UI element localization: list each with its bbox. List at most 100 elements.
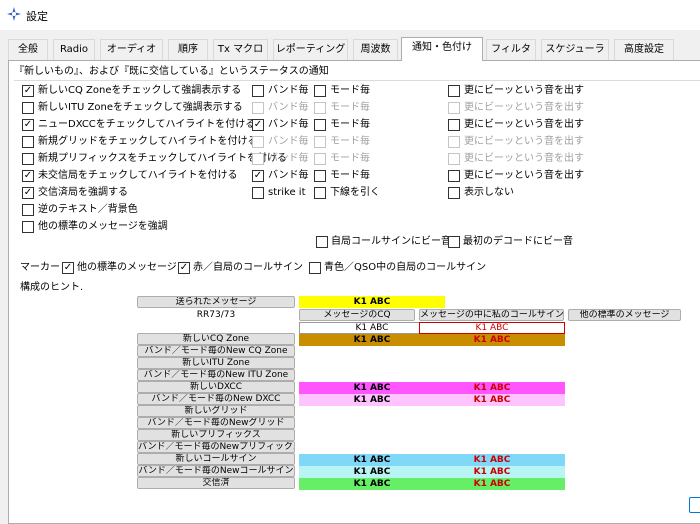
mycall-plain-swatch: K1 ABC: [419, 322, 565, 334]
row-label: 新規プリフィックスをチェックしてハイライトを付ける: [38, 153, 287, 164]
band-checkbox[interactable]: [252, 153, 264, 165]
hint-button[interactable]: 新しいプリフィックス: [137, 429, 295, 441]
divider: [14, 80, 700, 81]
beep-label: 表示しない: [464, 187, 514, 198]
marker-other-checkbox[interactable]: ✓: [62, 262, 74, 274]
mode-label: モード毎: [330, 153, 370, 164]
sent-message-button[interactable]: 送られたメッセージ: [137, 296, 295, 308]
hint-button[interactable]: 交信済: [137, 477, 295, 489]
row-checkbox[interactable]: [22, 102, 34, 114]
beep-label: 更にビーッという音を出す: [464, 102, 584, 113]
mode-checkbox[interactable]: [314, 102, 326, 114]
section-title: 『新しいもの』、および『既に交信している』というステータスの通知: [14, 66, 329, 77]
marker-red-label: 赤／自局のコールサイン: [193, 262, 303, 273]
row-label: 未交信局をチェックしてハイライトを付ける: [38, 170, 238, 181]
hint-button[interactable]: バンド／モード毎のNew DXCC: [137, 393, 295, 405]
hint-button[interactable]: バンド／モード毎のNew CQ Zone: [137, 345, 295, 357]
tab-frequencies[interactable]: 周波数: [353, 39, 398, 60]
own-call-beep-checkbox[interactable]: [316, 236, 328, 248]
band-label: バンド毎: [268, 136, 309, 147]
row-checkbox[interactable]: [22, 221, 34, 233]
band-checkbox[interactable]: [252, 102, 264, 114]
row-label: 新しいCQ Zoneをチェックして強調表示する: [38, 85, 242, 96]
first-decode-beep-checkbox[interactable]: [448, 236, 460, 248]
beep-checkbox[interactable]: [448, 119, 460, 131]
band-checkbox[interactable]: [252, 187, 264, 199]
marker-red-checkbox[interactable]: ✓: [178, 262, 190, 274]
hint-button[interactable]: 新しいITU Zone: [137, 357, 295, 369]
mycall-message-button[interactable]: メッセージの中に私のコールサイン: [419, 309, 564, 321]
beep-checkbox[interactable]: [448, 85, 460, 97]
mode-checkbox[interactable]: [314, 85, 326, 97]
band-checkbox[interactable]: [252, 136, 264, 148]
beep-checkbox[interactable]: [448, 136, 460, 148]
row-checkbox[interactable]: ✓: [22, 85, 34, 97]
tab-advanced[interactable]: 高度設定: [614, 39, 674, 60]
mode-checkbox[interactable]: [314, 153, 326, 165]
hint-button[interactable]: バンド／モード毎のNewコールサイン: [137, 465, 295, 477]
row-label: 交信済局を強調する: [38, 187, 128, 198]
beep-label: 更にビーッという音を出す: [464, 119, 584, 130]
hint-button[interactable]: 新しいCQ Zone: [137, 333, 295, 345]
band-label: バンド毎: [268, 170, 309, 181]
app-icon: [7, 7, 21, 21]
hint-button[interactable]: 新しいDXCC: [137, 381, 295, 393]
band-label: バンド毎: [268, 102, 309, 113]
tab-general[interactable]: 全般: [8, 39, 48, 60]
row-checkbox[interactable]: [22, 204, 34, 216]
hints-title: 構成のヒント.: [20, 282, 84, 293]
tab-tx-macros[interactable]: Tx マクロ: [213, 39, 268, 60]
color-swatch: K1 ABC: [419, 478, 565, 490]
hint-button[interactable]: バンド／モード毎のNewプリフィックス: [137, 441, 295, 453]
mode-label: モード毎: [330, 136, 370, 147]
hint-button[interactable]: バンド／モード毎のNewグリッド: [137, 417, 295, 429]
band-checkbox[interactable]: ✓: [252, 170, 264, 182]
tab-audio[interactable]: オーディオ: [100, 39, 163, 60]
row-label: 新規グリッドをチェックしてハイライトを付ける: [38, 136, 258, 147]
beep-checkbox[interactable]: [448, 102, 460, 114]
hint-button[interactable]: 新しいコールサイン: [137, 453, 295, 465]
mode-label: モード毎: [330, 170, 370, 181]
marker-blue-checkbox[interactable]: [309, 262, 321, 274]
mode-checkbox[interactable]: [314, 170, 326, 182]
cq-message-button[interactable]: メッセージのCQ: [299, 309, 415, 321]
color-swatch: K1 ABC: [419, 334, 565, 346]
mode-checkbox[interactable]: [314, 136, 326, 148]
mode-checkbox[interactable]: [314, 187, 326, 199]
beep-label: 更にビーッという音を出す: [464, 170, 584, 181]
tab-radio[interactable]: Radio: [53, 39, 95, 60]
row-label: ニューDXCCをチェックしてハイライトを付ける: [38, 119, 256, 130]
tab-notifications[interactable]: 通知・色付け: [401, 37, 483, 61]
row-checkbox[interactable]: ✓: [22, 187, 34, 199]
row-checkbox[interactable]: [22, 136, 34, 148]
other-message-button[interactable]: 他の標準のメッセージ: [568, 309, 681, 321]
tab-reporting[interactable]: レポーティング: [273, 39, 348, 60]
beep-checkbox[interactable]: [448, 187, 460, 199]
row-checkbox[interactable]: [22, 153, 34, 165]
tab-sequencing[interactable]: 順序: [168, 39, 208, 60]
row-checkbox[interactable]: ✓: [22, 119, 34, 131]
row-checkbox[interactable]: ✓: [22, 170, 34, 182]
marker-blue-label: 青色／QSO中の自局のコールサイン: [324, 262, 487, 273]
band-label: strike it: [268, 187, 306, 198]
beep-label: 更にビーッという音を出す: [464, 153, 584, 164]
hint-button[interactable]: 新しいグリッド: [137, 405, 295, 417]
ok-button-edge[interactable]: [689, 497, 700, 513]
mode-label: モード毎: [330, 85, 370, 96]
band-checkbox[interactable]: [252, 85, 264, 97]
mode-checkbox[interactable]: [314, 119, 326, 131]
marker-label: マーカー: [20, 262, 60, 273]
sent-message-swatch: K1 ABC: [299, 296, 445, 308]
beep-checkbox[interactable]: [448, 153, 460, 165]
mode-label: モード毎: [330, 102, 370, 113]
beep-checkbox[interactable]: [448, 170, 460, 182]
mode-label: モード毎: [330, 119, 370, 130]
tab-scheduler[interactable]: スケジューラ: [541, 39, 609, 60]
tab-filters[interactable]: フィルタ: [486, 39, 536, 60]
first-decode-beep-label: 最初のデコードにビー音: [463, 236, 573, 247]
window-title: 設定: [26, 10, 48, 23]
hint-button[interactable]: バンド／モード毎のNew ITU Zone: [137, 369, 295, 381]
band-checkbox[interactable]: ✓: [252, 119, 264, 131]
own-call-beep-label: 自局コールサインにビー音: [331, 236, 451, 247]
color-swatch: K1 ABC: [419, 382, 565, 394]
